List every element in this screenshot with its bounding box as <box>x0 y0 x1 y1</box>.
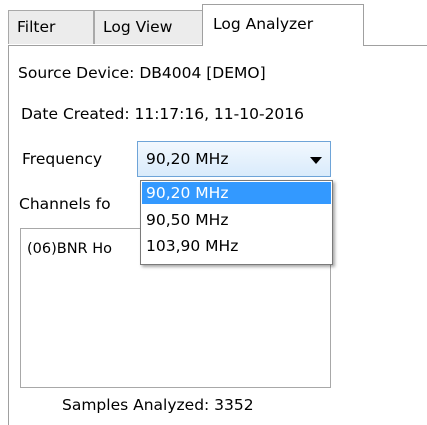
frequency-option[interactable]: 90,20 MHz <box>142 182 331 204</box>
channel-list-item[interactable]: (06)BNR Ho <box>27 241 112 257</box>
source-device-text: Source Device: DB4004 [DEMO] <box>18 64 266 82</box>
samples-analyzed-text: Samples Analyzed: 3352 <box>62 396 254 414</box>
frequency-option[interactable]: 103,90 MHz <box>142 235 331 257</box>
frequency-selected-value: 90,20 MHz <box>146 150 229 168</box>
tab-strip: Filter Log View Log Analyzer <box>0 0 427 46</box>
tab-log-view[interactable]: Log View <box>94 10 203 44</box>
channels-label: Channels fo <box>19 195 111 213</box>
frequency-combobox[interactable]: 90,20 MHz <box>137 141 331 177</box>
frequency-label: Frequency <box>22 150 103 168</box>
frequency-option[interactable]: 90,50 MHz <box>142 209 331 231</box>
tab-filter[interactable]: Filter <box>8 10 94 44</box>
tab-log-analyzer[interactable]: Log Analyzer <box>202 4 364 46</box>
chevron-down-icon[interactable] <box>310 157 322 164</box>
frequency-dropdown-list[interactable]: 90,20 MHz 90,50 MHz 103,90 MHz <box>140 180 333 265</box>
date-created-text: Date Created: 11:17:16, 11-10-2016 <box>21 105 305 123</box>
